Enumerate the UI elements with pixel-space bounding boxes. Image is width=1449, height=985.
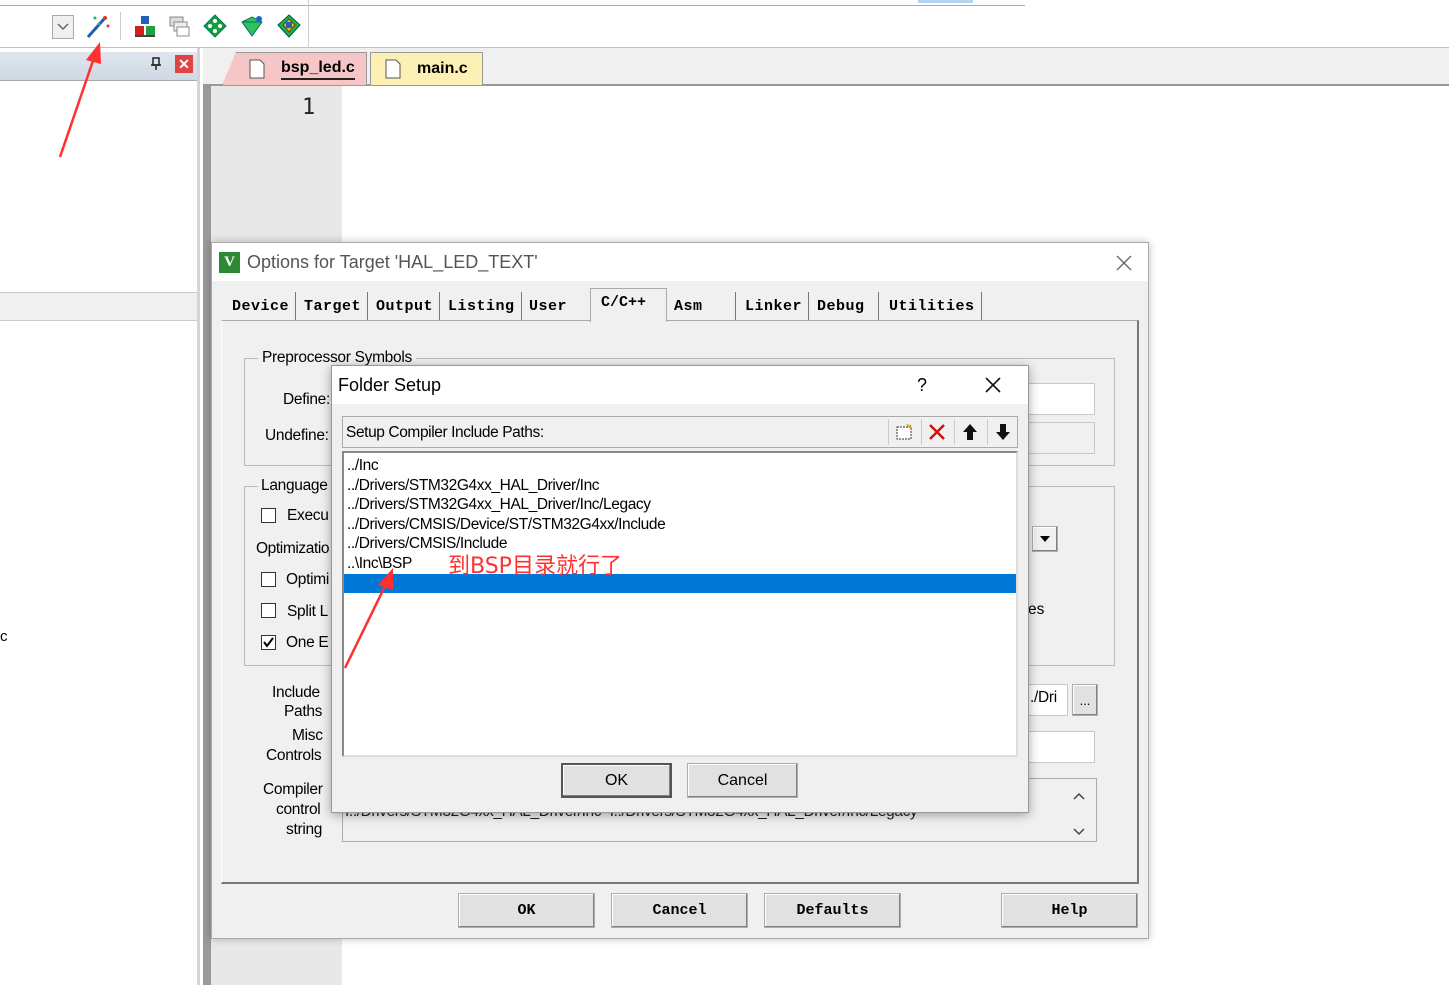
tab-cpp-label: C/C++ [601, 294, 647, 311]
arrow-to-bsp-path [343, 568, 393, 669]
tab-cpp-active[interactable]: C/C++ [590, 288, 667, 322]
arrow-to-wand-icon [58, 42, 101, 158]
annotation-arrows [58, 42, 393, 669]
